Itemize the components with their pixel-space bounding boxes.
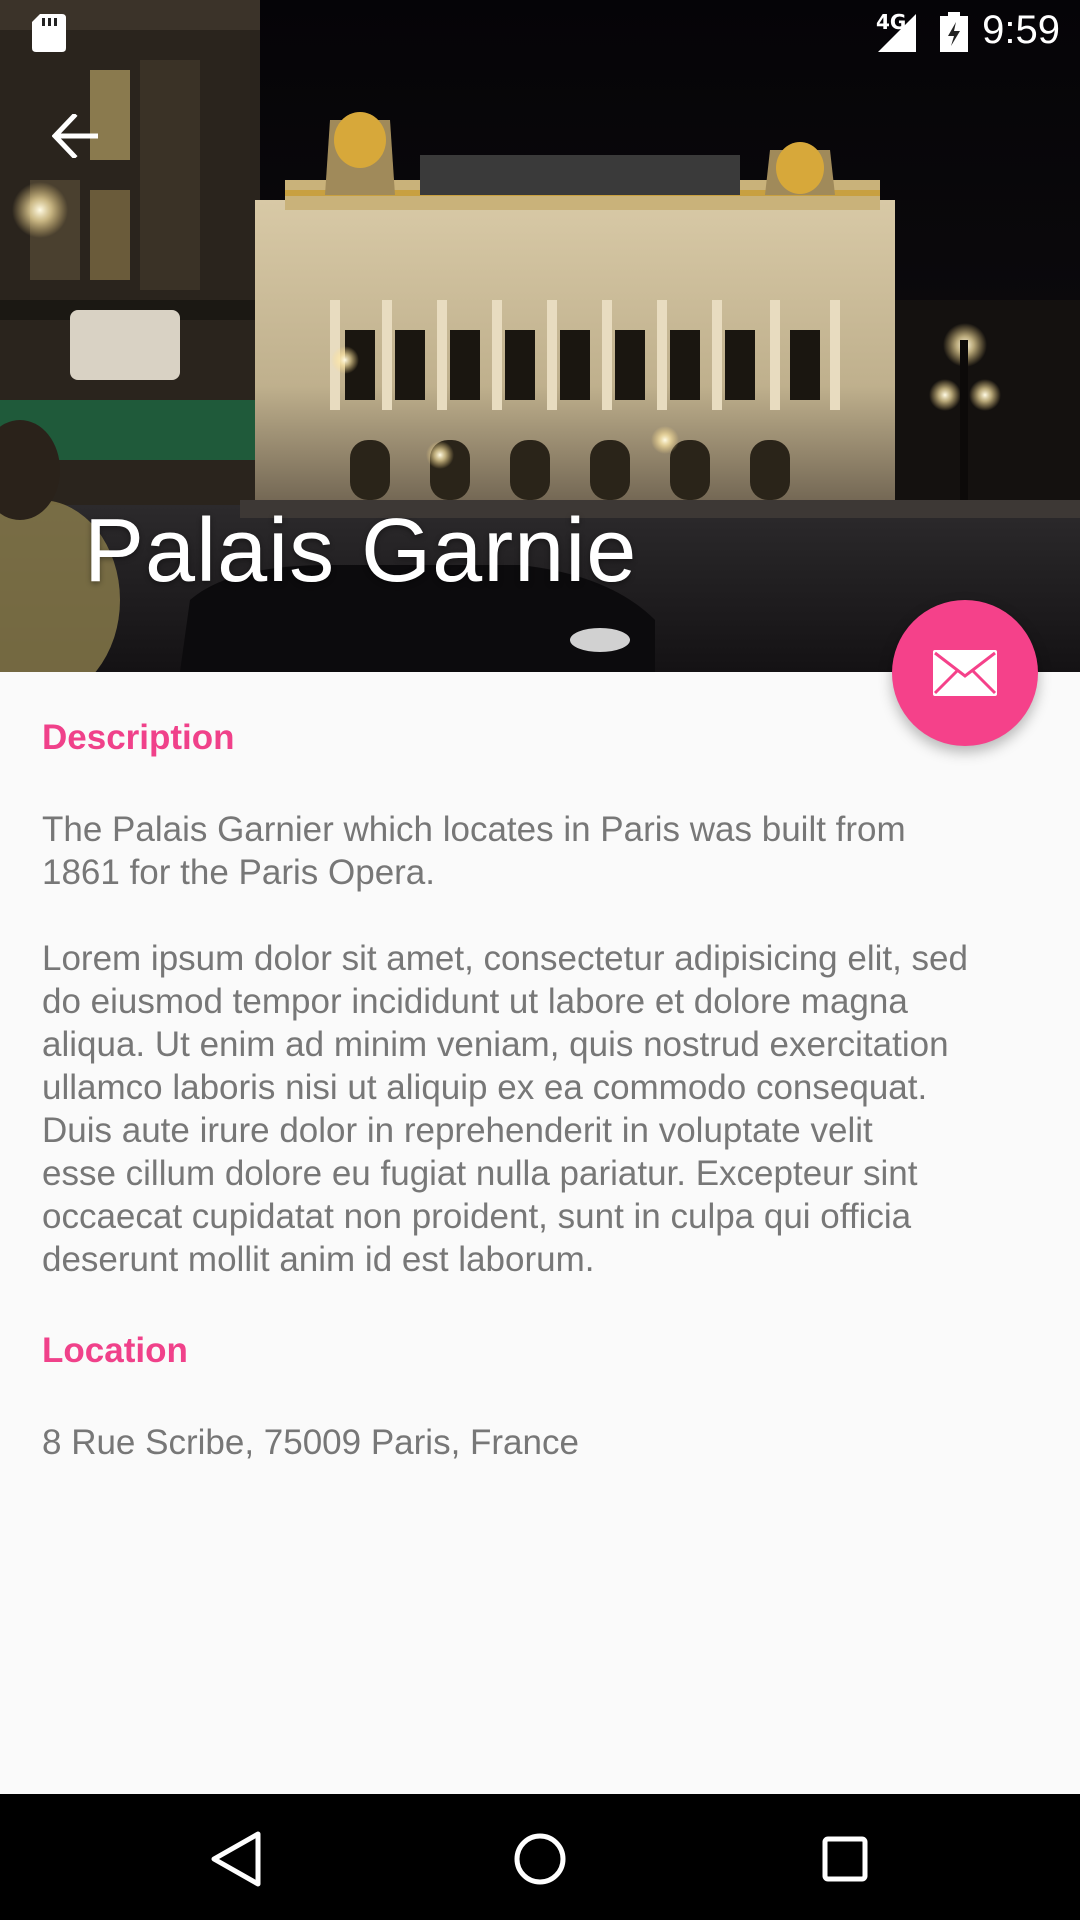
back-button[interactable]	[40, 100, 112, 172]
location-address: 8 Rue Scribe, 75009 Paris, France	[42, 1423, 579, 1462]
status-bar: 4G 9:59	[0, 0, 1080, 64]
signal-icon	[878, 14, 916, 52]
arrow-back-icon	[52, 114, 98, 158]
description-heading: Description	[42, 718, 235, 757]
navigation-bar	[0, 1794, 1080, 1920]
back-triangle-icon[interactable]	[200, 1824, 270, 1894]
description-body: Lorem ipsum dolor sit amet, consectetur …	[42, 939, 968, 1279]
page-title: Palais Garnie	[84, 501, 638, 601]
mail-icon	[933, 650, 997, 696]
sd-card-icon	[32, 14, 66, 52]
recents-square-icon[interactable]	[810, 1824, 880, 1894]
description-intro: The Palais Garnier which locates in Pari…	[42, 810, 906, 892]
home-circle-icon[interactable]	[505, 1824, 575, 1894]
status-time: 9:59	[982, 8, 1060, 52]
battery-charging-icon	[940, 12, 968, 52]
detail-content: Description The Palais Garnier which loc…	[42, 718, 1032, 1464]
location-heading: Location	[42, 1331, 188, 1370]
